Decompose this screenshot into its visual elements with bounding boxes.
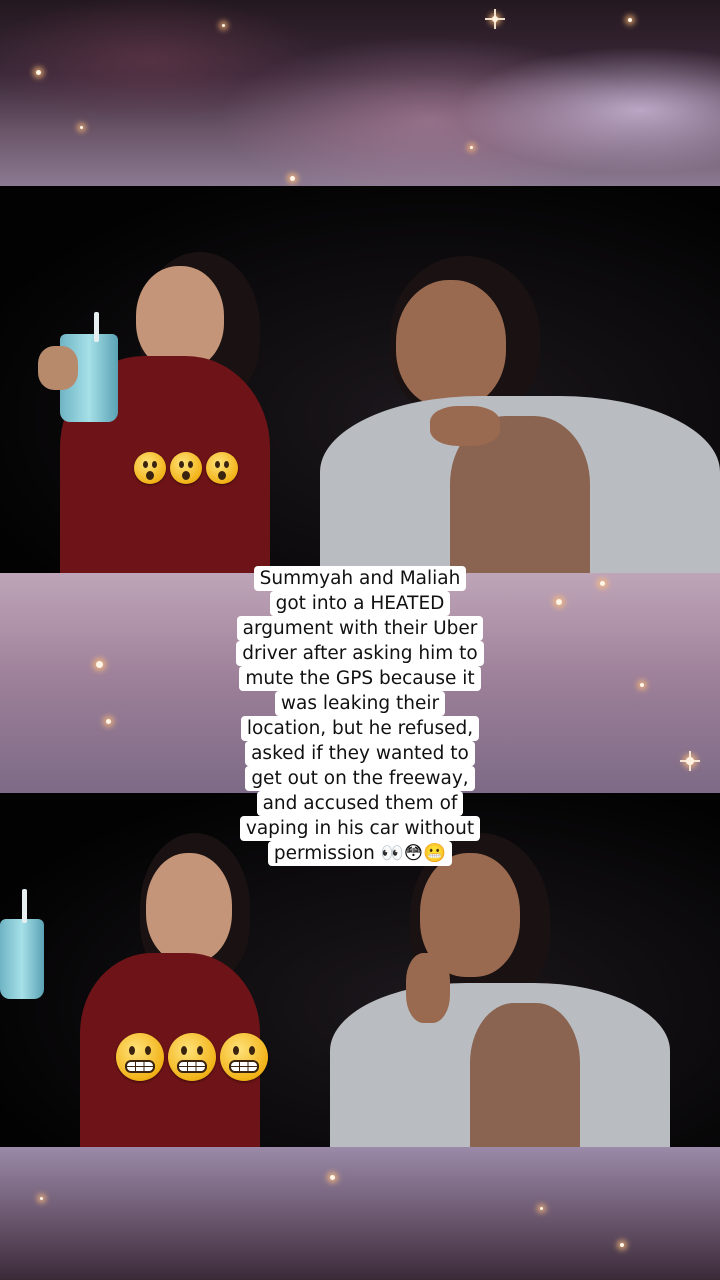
video-frame-top: [0, 186, 720, 573]
caption-line: was leaking their: [274, 691, 446, 716]
star: [620, 1243, 624, 1247]
woman-left: [20, 246, 300, 573]
astonished-face-emoji: [170, 452, 202, 484]
caption-line: vaping in his car without: [239, 816, 481, 841]
woman-left: [0, 833, 300, 1147]
cup: [0, 919, 44, 999]
star: [628, 18, 632, 22]
star: [470, 146, 473, 149]
astonished-face-emoji: [206, 452, 238, 484]
woman-right: [320, 256, 720, 573]
emoji-row-grimacing: [116, 1033, 268, 1081]
star: [330, 1175, 335, 1180]
star: [290, 176, 295, 181]
straw: [94, 312, 99, 342]
starfield-top-background: [0, 0, 720, 186]
grimacing-face-emoji: [220, 1033, 268, 1081]
caption-line: get out on the freeway,: [245, 766, 475, 791]
caption-line: mute the GPS because it: [239, 666, 481, 691]
caption-line: location, but he refused,: [240, 716, 480, 741]
grimacing-face-emoji: [116, 1033, 164, 1081]
caption-line: asked if they wanted to: [245, 741, 475, 766]
star: [80, 126, 83, 129]
caption-text: Summyah and Maliah got into a HEATED arg…: [0, 566, 720, 866]
caption-line: and accused them of: [256, 791, 464, 816]
star: [40, 1197, 43, 1200]
emoji-row-astonished: [134, 452, 238, 484]
star: [540, 1207, 543, 1210]
caption-line: argument with their Uber: [236, 616, 484, 641]
star: [222, 24, 225, 27]
woman-right: [330, 833, 720, 1147]
astonished-face-emoji: [134, 452, 166, 484]
caption-line: Summyah and Maliah: [253, 566, 467, 591]
straw: [22, 889, 27, 923]
starfield-bottom-background: [0, 1147, 720, 1280]
caption-line: permission 👀😳😬: [267, 841, 453, 866]
star: [36, 70, 41, 75]
grimacing-face-emoji: [168, 1033, 216, 1081]
caption-line: driver after asking him to: [236, 641, 484, 666]
star-flare: [485, 9, 505, 29]
caption-line: got into a HEATED: [269, 591, 451, 616]
